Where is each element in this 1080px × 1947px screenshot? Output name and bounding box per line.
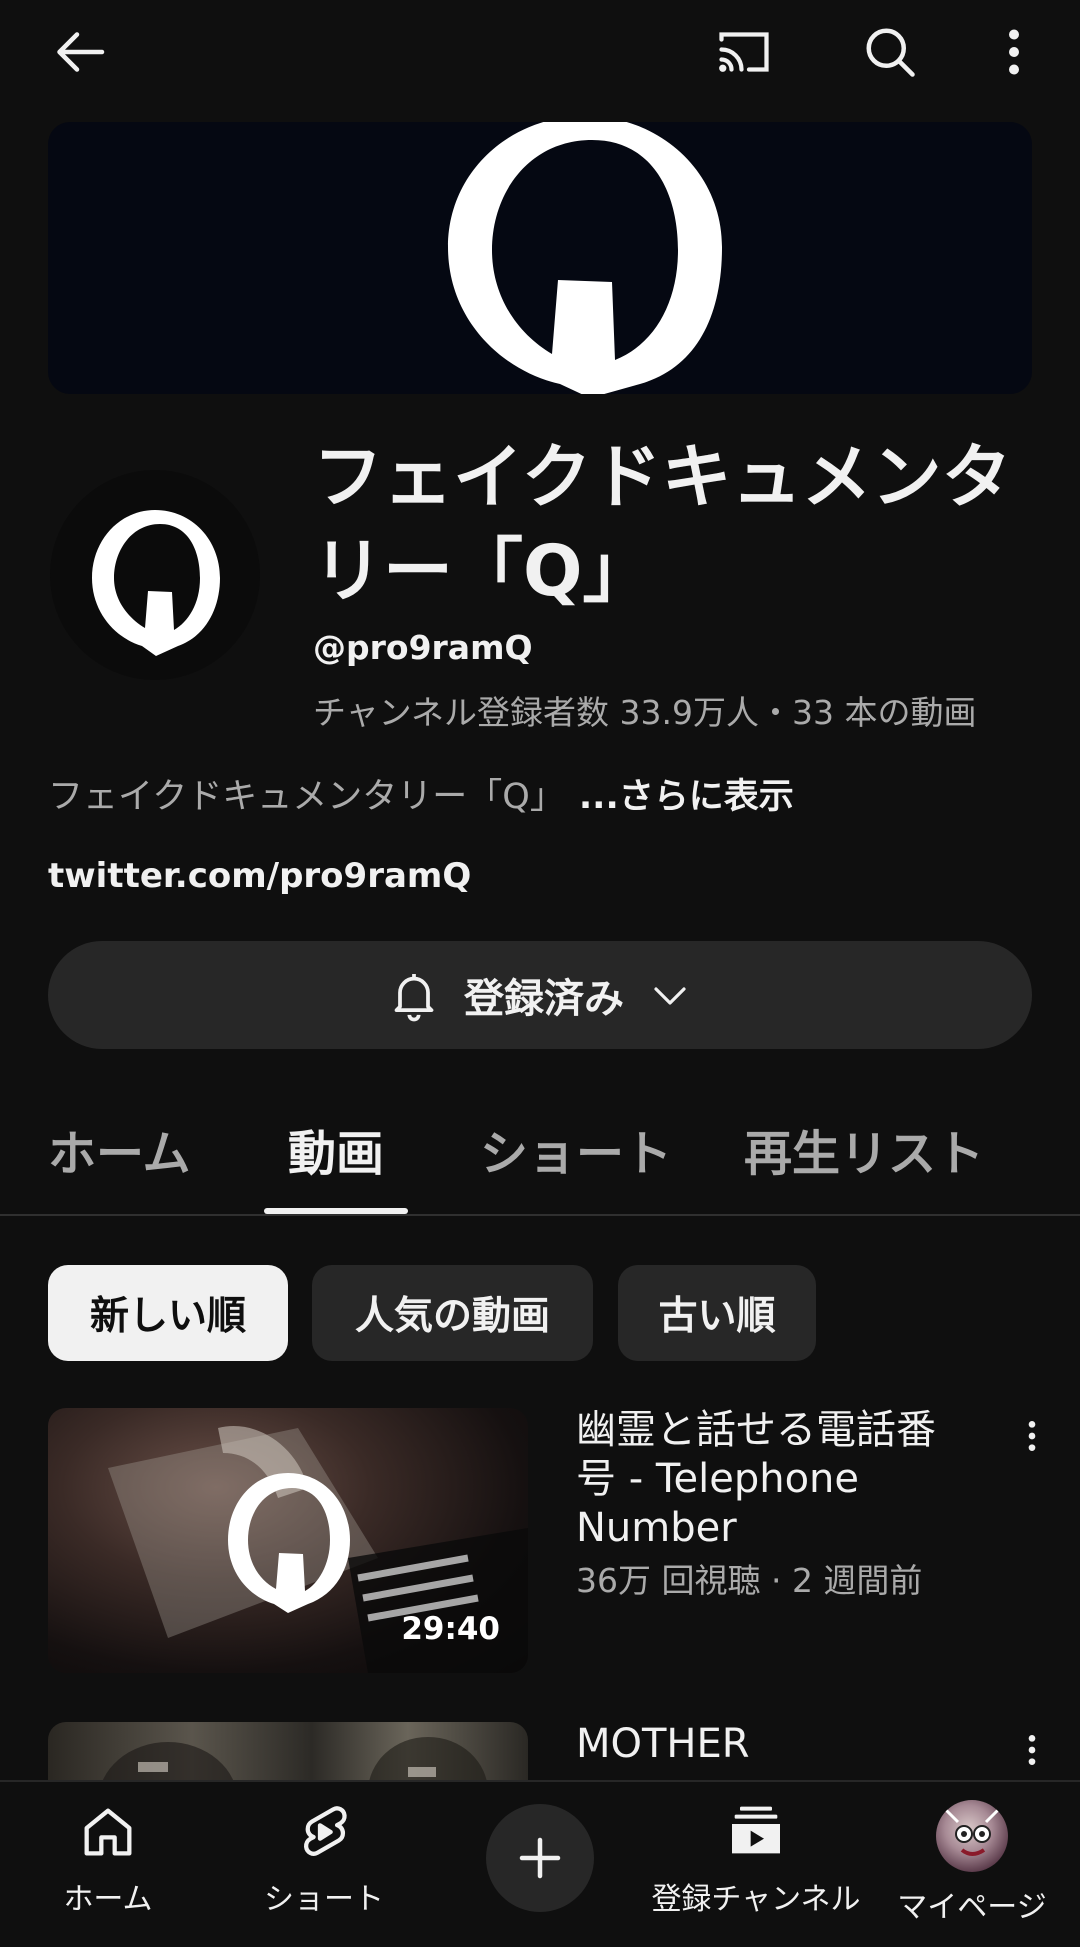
create-plus-icon [519,1837,561,1879]
shorts-icon [303,1806,347,1856]
subscribed-button[interactable]: 登録済み [48,941,1032,1049]
search-icon[interactable] [856,18,924,86]
channel-description[interactable]: フェイクドキュメンタリー「Q」 ...さらに表示 [48,768,794,819]
nav-subscriptions[interactable]: 登録チャンネル [650,1800,862,1918]
channel-handle: @pro9ramQ [313,628,533,667]
channel-page: フェイクドキュメンタリー「Q」 @pro9ramQ チャンネル登録者数 33.9… [0,0,1080,1947]
create-button[interactable] [486,1804,594,1912]
video-thumbnail[interactable]: 29:40 [48,1408,528,1673]
chip-newest[interactable]: 新しい順 [48,1265,288,1361]
nav-subscriptions-label: 登録チャンネル [651,1882,861,1917]
subscribed-label: 登録済み [464,976,624,1022]
channel-external-link[interactable]: twitter.com/pro9ramQ [48,856,471,896]
bottom-navigation: ホーム ショート 登録チャンネル マイページ [0,1780,1080,1947]
tab-videos[interactable]: 動画 [288,1114,384,1184]
video-duration: 29:40 [401,1611,500,1647]
nav-home-label: ホーム [63,1882,153,1917]
avatar [936,1800,1008,1872]
channel-banner [48,122,1032,394]
nav-home[interactable]: ホーム [56,1800,160,1918]
nav-you-label: マイページ [897,1890,1047,1925]
nav-you[interactable]: マイページ [896,1800,1048,1926]
video-title[interactable]: 幽霊と話せる電話番号 - Telephone Number [576,1406,966,1553]
channel-stats: チャンネル登録者数 33.9万人・33 本の動画 [313,693,977,732]
video-more-icon[interactable] [1010,1406,1054,1466]
subscriptions-icon [732,1806,780,1854]
home-icon [84,1808,132,1856]
video-more-icon[interactable] [1010,1720,1054,1780]
show-more-link[interactable]: ...さらに表示 [579,777,794,817]
channel-tabs: ホーム 動画 ショート 再生リスト [0,1090,1080,1216]
description-text: フェイクドキュメンタリー「Q」 [48,777,565,817]
bell-icon [394,974,434,1022]
channel-logo [448,122,722,394]
video-title[interactable]: MOTHER [576,1720,966,1769]
nav-shorts[interactable]: ショート [254,1800,394,1918]
nav-shorts-label: ショート [264,1882,384,1917]
video-meta: 36万 回視聴 · 2 週間前 [576,1561,923,1600]
more-vert-icon[interactable] [980,18,1048,86]
cast-icon[interactable] [710,18,778,86]
chip-popular[interactable]: 人気の動画 [312,1265,593,1361]
chevron-down-icon [654,987,686,1005]
tab-home[interactable]: ホーム [48,1114,191,1184]
chip-oldest[interactable]: 古い順 [618,1265,816,1361]
tab-playlists[interactable]: 再生リスト [744,1114,984,1184]
back-arrow-icon[interactable] [48,18,116,86]
channel-name: フェイクドキュメンタリー「Q」 [313,436,1012,612]
channel-avatar[interactable] [50,470,260,680]
active-tab-indicator [264,1208,408,1214]
tab-shorts[interactable]: ショート [480,1114,672,1184]
top-bar [0,0,1080,104]
